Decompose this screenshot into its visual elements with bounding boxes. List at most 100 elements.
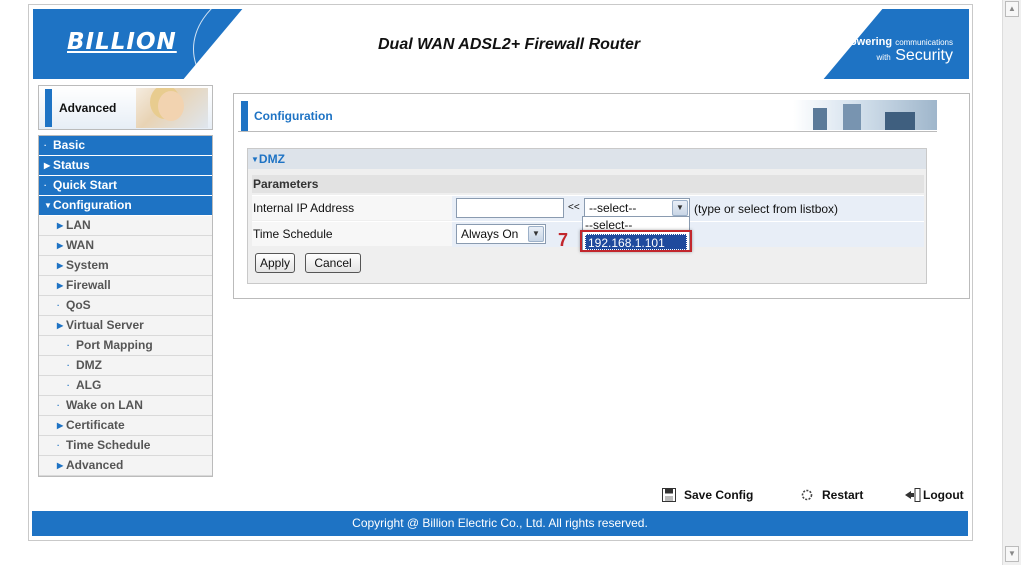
chevron-down-icon[interactable]: ▼ — [672, 200, 688, 216]
dmz-title[interactable]: ▼DMZ — [248, 149, 926, 169]
sidebar-item-port-mapping[interactable]: · Port Mapping — [39, 336, 212, 356]
restart-button[interactable]: Restart — [800, 488, 863, 502]
ll-symbol: << — [568, 202, 580, 213]
collapse-arrow-icon: ▼ — [251, 155, 259, 164]
sidebar-item-label: Quick Start — [53, 178, 118, 192]
banner-dot — [219, 49, 226, 56]
mode-photo — [136, 88, 208, 128]
bullet-icon: · — [67, 361, 70, 370]
bullet-icon: · — [44, 181, 47, 190]
banner-dot — [801, 39, 808, 46]
sidebar-item-firewall[interactable]: ▶ Firewall — [39, 276, 212, 296]
schedule-select-value: Always On — [461, 227, 519, 241]
bullet-icon: · — [44, 141, 47, 150]
cancel-button[interactable]: Cancel — [305, 253, 361, 273]
header-photo — [793, 100, 937, 130]
caret-right-icon: ▶ — [57, 281, 64, 290]
bullet-icon: · — [67, 381, 70, 390]
logout-door-icon — [905, 488, 921, 502]
restart-icon — [800, 488, 816, 502]
annotation-highlight — [580, 230, 692, 252]
footer: Copyright @ Billion Electric Co., Ltd. A… — [32, 511, 968, 536]
scroll-down-icon[interactable]: ▼ — [1005, 546, 1019, 562]
bullet-icon: · — [57, 401, 60, 410]
ip-hint: (type or select from listbox) — [694, 202, 839, 216]
sidebar-item-status[interactable]: ▶ Status — [39, 156, 212, 176]
router-title: Dual WAN ADSL2+ Firewall Router — [378, 36, 641, 53]
sidebar-item-configuration[interactable]: ▼Configuration — [39, 196, 212, 216]
bullet-icon: · — [57, 441, 60, 450]
ip-select[interactable]: --select-- ▼ — [584, 198, 690, 218]
sidebar-item-label: Basic — [53, 138, 86, 152]
apply-button[interactable]: Apply — [255, 253, 295, 273]
bullet-icon: · — [57, 301, 60, 310]
sidebar-menu: · Basic ▶ Status · Quick Start ▼Configuration ▶… — [38, 135, 213, 477]
scroll-up-icon[interactable]: ▲ — [1005, 1, 1019, 17]
caret-right-icon: ▶ — [57, 261, 64, 270]
ip-select-value: --select-- — [589, 201, 637, 215]
caret-down-icon: ▼ — [44, 201, 52, 210]
mode-label: Advanced — [59, 101, 117, 115]
sidebar-item-label: Configuration — [53, 198, 132, 212]
header-banner: BILLION Dual WAN ADSL2+ Firewall Router … — [33, 9, 969, 79]
caret-right-icon: ▶ — [57, 461, 64, 470]
sidebar-item-label: Firewall — [66, 278, 111, 292]
sidebar-item-virtual-server[interactable]: ▶ Virtual Server — [39, 316, 212, 336]
caret-right-icon: ▶ — [57, 241, 64, 250]
tagline-bold: Powering — [842, 36, 893, 48]
logout-label: Logout — [923, 488, 964, 502]
restart-label: Restart — [822, 488, 864, 502]
floppy-disk-icon — [662, 488, 678, 502]
schedule-select[interactable]: Always On ▼ — [456, 224, 546, 244]
caret-right-icon: ▶ — [44, 161, 51, 170]
step-number: 7 — [558, 230, 569, 250]
sidebar-item-wan[interactable]: ▶ WAN — [39, 236, 212, 256]
sidebar-item-label: Time Schedule — [66, 438, 151, 452]
sidebar-item-advanced[interactable]: ▶ Advanced — [39, 456, 212, 476]
sidebar-item-label: Virtual Server — [66, 318, 144, 332]
sidebar-item-label: WAN — [66, 238, 94, 252]
sidebar-item-label: DMZ — [76, 358, 102, 372]
sidebar-item-alg[interactable]: · ALG — [39, 376, 212, 396]
save-config-label: Save Config — [684, 488, 754, 502]
sidebar-item-system[interactable]: ▶ System — [39, 256, 212, 276]
schedule-label: Time Schedule — [253, 227, 333, 241]
logout-button[interactable]: Logout — [905, 488, 964, 502]
sidebar-item-wake-on-lan[interactable]: · Wake on LAN — [39, 396, 212, 416]
tagline-small: communications — [895, 38, 953, 47]
tagline-big: Security — [895, 47, 953, 64]
sidebar-item-lan[interactable]: ▶ LAN — [39, 216, 212, 236]
sidebar-item-certificate[interactable]: ▶ Certificate — [39, 416, 212, 436]
sidebar-item-dmz[interactable]: · DMZ — [39, 356, 212, 376]
sidebar-item-label: Status — [53, 158, 90, 172]
caret-right-icon: ▶ — [57, 421, 64, 430]
sidebar-item-time-schedule[interactable]: · Time Schedule — [39, 436, 212, 456]
router-page: BILLION Dual WAN ADSL2+ Firewall Router … — [28, 4, 973, 541]
ip-address-input[interactable] — [456, 198, 564, 218]
section-title: Configuration — [254, 109, 333, 123]
mode-panel: Advanced — [38, 85, 213, 130]
content-header: Configuration — [238, 98, 937, 132]
sidebar-item-label: Port Mapping — [76, 338, 153, 352]
tagline: Powering communications with Security — [843, 37, 953, 64]
save-config-button[interactable]: Save Config — [662, 488, 753, 502]
bullet-icon: · — [67, 341, 70, 350]
billion-logo: BILLION — [67, 29, 177, 55]
sidebar-item-quick-start[interactable]: · Quick Start — [39, 176, 212, 196]
ip-address-label: Internal IP Address — [253, 201, 355, 215]
sidebar-item-label: QoS — [66, 298, 91, 312]
sidebar-item-label: LAN — [66, 218, 91, 232]
vertical-scrollbar[interactable]: ▲ ▼ — [1002, 0, 1021, 565]
sidebar-item-label: Certificate — [66, 418, 125, 432]
sidebar-item-basic[interactable]: · Basic — [39, 136, 212, 156]
content-panel: Configuration ▼DMZ Parameters Internal I… — [233, 93, 970, 299]
chevron-down-icon[interactable]: ▼ — [528, 226, 544, 242]
mode-accent-bar — [45, 89, 52, 127]
sidebar-item-label: Wake on LAN — [66, 398, 143, 412]
sidebar-item-label: Advanced — [66, 458, 124, 472]
sidebar-item-qos[interactable]: · QoS — [39, 296, 212, 316]
parameters-heading: Parameters — [252, 175, 924, 193]
caret-right-icon: ▶ — [57, 221, 64, 230]
content-accent-bar — [241, 101, 248, 131]
dmz-title-label: DMZ — [258, 152, 285, 166]
